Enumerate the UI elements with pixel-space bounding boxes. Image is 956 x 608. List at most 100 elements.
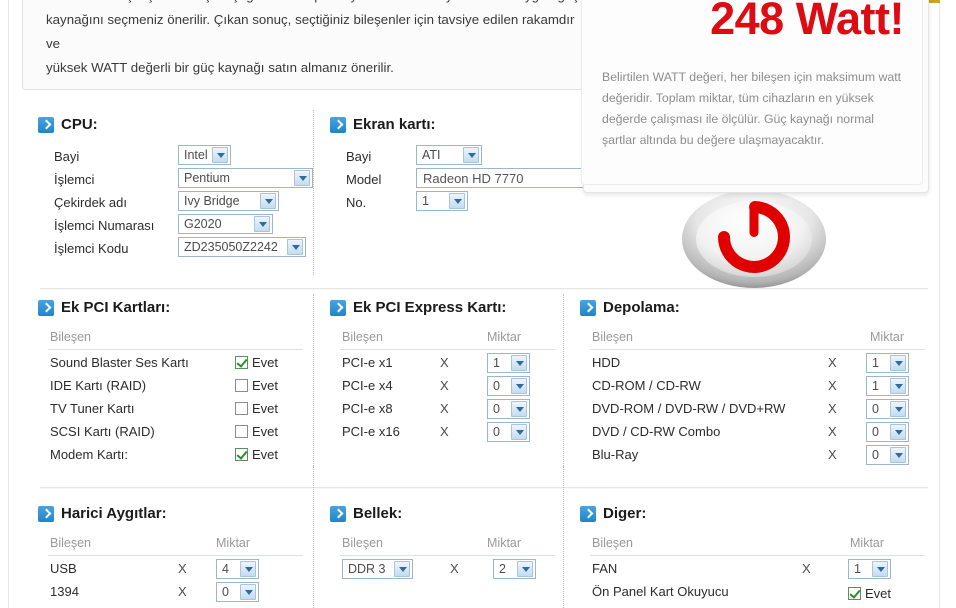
- checkbox-icon: [235, 424, 248, 438]
- storage-x-symbol: X: [828, 355, 837, 370]
- checkbox-icon: [235, 401, 248, 415]
- chevron-right-icon: [330, 116, 346, 133]
- storage-x-symbol: X: [828, 424, 837, 439]
- section-label: CPU:: [61, 116, 98, 133]
- gpu-bayi-select[interactable]: ATI: [416, 145, 482, 165]
- divider-row2: [40, 487, 928, 488]
- field-label: İşlemci Kodu: [54, 241, 129, 256]
- memory-qty-select[interactable]: 2: [493, 559, 536, 579]
- section-label: Ek PCI Kartları:: [61, 299, 171, 316]
- checkbox-icon: [848, 586, 861, 600]
- memory-type-select[interactable]: DDR 3: [342, 559, 413, 579]
- other-fan-qty-select[interactable]: 1: [848, 559, 891, 579]
- pci-row-label: IDE Kartı (RAID): [50, 378, 147, 393]
- checkbox-label: Evet: [252, 400, 279, 416]
- intro-text: sorunlarla karşılaşmamak için aşağıdaki …: [46, 0, 579, 75]
- section-title-storage: Depolama:: [580, 299, 925, 316]
- section-label: Diger:: [603, 505, 647, 522]
- chevron-down-icon: [890, 378, 906, 394]
- storage-qty-select-1[interactable]: 1: [866, 376, 909, 396]
- watt-result-panel: 248 Watt! Belirtilen WATT değeri, her bi…: [581, 0, 929, 193]
- column-separator-2: [563, 294, 564, 474]
- field-label: İşlemci: [54, 172, 95, 187]
- storage-qty-select-2[interactable]: 0: [866, 399, 909, 419]
- memory-x-symbol: X: [450, 561, 459, 576]
- storage-row-label: DVD / CD-RW Combo: [592, 424, 721, 439]
- storage-qty-select-3[interactable]: 0: [866, 422, 909, 442]
- section-cpu: CPU: Bayi Intel İşlemci Pentium Çekirdek…: [38, 116, 313, 257]
- chevron-right-icon: [580, 505, 596, 522]
- page-root: sorunlarla karşılaşmamak için aşağıdaki …: [0, 0, 956, 608]
- storage-qty-select-4[interactable]: 0: [866, 445, 909, 465]
- checkbox-icon: [235, 355, 248, 369]
- cpu-numara-select[interactable]: G2020: [178, 214, 273, 234]
- memory-header-rule: [340, 555, 555, 556]
- cpu-islemci-select[interactable]: Pentium: [178, 168, 313, 188]
- pcie-qty-select-1[interactable]: 0: [487, 376, 530, 396]
- chevron-down-icon: [511, 378, 527, 394]
- select-value: 0: [872, 448, 879, 462]
- chevron-down-icon: [511, 424, 527, 440]
- pcie-x-symbol: X: [440, 378, 449, 393]
- pcie-qty-select-0[interactable]: 1: [487, 353, 530, 373]
- column-separator-3: [313, 466, 314, 608]
- section-label: Harici Aygıtlar:: [61, 505, 167, 522]
- pcie-row-label: PCI-e x8: [342, 401, 393, 416]
- section-title-gpu: Ekran kartı:: [330, 116, 580, 133]
- chevron-down-icon: [517, 561, 533, 577]
- storage-x-symbol: X: [828, 378, 837, 393]
- gpu-row-model: Model: [346, 168, 381, 191]
- pci-header-rule: [48, 349, 303, 350]
- gpu-no-select[interactable]: 1: [416, 191, 468, 211]
- cpu-cekirdek-select[interactable]: Ivy Bridge: [178, 191, 279, 211]
- memory-header-component: Bileşen: [342, 536, 383, 550]
- checkbox-icon: [235, 447, 248, 461]
- chevron-down-icon: [890, 447, 906, 463]
- external-qty-select-1[interactable]: 0: [216, 582, 259, 602]
- external-qty-select-0[interactable]: 4: [216, 559, 259, 579]
- watt-note: Belirtilen WATT değeri, her bileşen için…: [602, 70, 902, 147]
- section-title-other: Diger:: [580, 505, 925, 522]
- section-external: Harici Aygıtlar: Bileşen Miktar USB X 4 …: [38, 505, 303, 602]
- other-x-symbol: X: [802, 561, 811, 576]
- field-label: Bayi: [54, 149, 80, 164]
- section-other: Diger: Bileşen Miktar FAN X 1 Ön Panel K…: [580, 505, 925, 601]
- select-value: 1: [422, 194, 429, 208]
- pcie-qty-select-2[interactable]: 0: [487, 399, 530, 419]
- pci-row-label: Modem Kartı:: [50, 447, 129, 462]
- pci-row-checkbox-1[interactable]: Evet: [235, 375, 278, 395]
- cpu-kod-select[interactable]: ZD235050Z2242: [178, 237, 306, 257]
- other-reader-checkbox[interactable]: Evet: [848, 583, 891, 603]
- chevron-right-icon: [38, 299, 54, 316]
- select-value: Ivy Bridge: [184, 194, 240, 208]
- chevron-down-icon: [260, 193, 276, 209]
- select-value: G2020: [184, 217, 222, 231]
- cpu-row-islemci: İşlemci: [54, 168, 94, 191]
- pci-row-checkbox-3[interactable]: Evet: [235, 421, 278, 441]
- select-value: DDR 3: [348, 562, 386, 576]
- storage-row-label: DVD-ROM / DVD-RW / DVD+RW: [592, 401, 786, 416]
- pcie-x-symbol: X: [440, 355, 449, 370]
- select-value: 2: [499, 562, 506, 576]
- chevron-down-icon: [212, 147, 228, 163]
- section-title-memory: Bellek:: [330, 505, 555, 522]
- other-row-reader-label: Ön Panel Kart Okuyucu: [592, 584, 729, 599]
- section-label: Ekran kartı:: [353, 116, 436, 133]
- pcie-qty-select-3[interactable]: 0: [487, 422, 530, 442]
- cpu-bayi-select[interactable]: Intel: [178, 145, 231, 165]
- section-storage: Depolama: Bileşen Miktar HDD X 1 CD-ROM …: [580, 299, 925, 465]
- section-title-external: Harici Aygıtlar:: [38, 505, 303, 522]
- select-value: 1: [872, 356, 879, 370]
- storage-header-component: Bileşen: [592, 330, 633, 344]
- checkbox-label: Evet: [865, 585, 892, 601]
- pci-row-checkbox-4[interactable]: Evet: [235, 444, 278, 464]
- select-value: 1: [854, 562, 861, 576]
- section-title-pci: Ek PCI Kartları:: [38, 299, 303, 316]
- pci-row-checkbox-0[interactable]: Evet: [235, 352, 278, 372]
- pci-row-checkbox-2[interactable]: Evet: [235, 398, 278, 418]
- pcie-row-label: PCI-e x16: [342, 424, 400, 439]
- pci-row-label: SCSI Kartı (RAID): [50, 424, 155, 439]
- storage-row-label: CD-ROM / CD-RW: [592, 378, 701, 393]
- storage-qty-select-0[interactable]: 1: [866, 353, 909, 373]
- storage-x-symbol: X: [828, 447, 837, 462]
